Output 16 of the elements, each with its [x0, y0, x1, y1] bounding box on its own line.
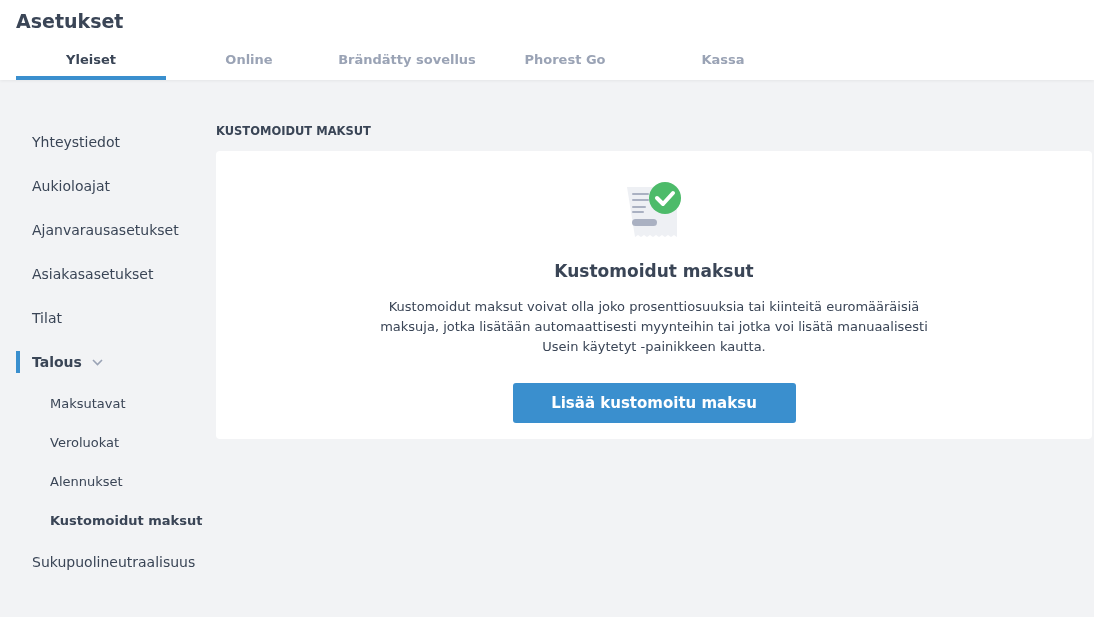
sidebar-item[interactable]: Ajanvarausasetukset: [16, 219, 216, 241]
card-title: Kustomoidut maksut: [554, 261, 754, 281]
sidebar-item[interactable]: Tilat: [16, 307, 216, 329]
sidebar-item[interactable]: Aukioloajat: [16, 175, 216, 197]
sidebar-subitem[interactable]: Kustomoidut maksut: [16, 501, 216, 540]
card-description: Kustomoidut maksut voivat olla joko prosenttiosuuksia tai kiinteitä euromääräisiä maksuja, jotka lisätään automaattisesti myynteihin tai jotka voi lisätä manuaalisesti Usein käytetyt -painikkeen kautta.: [379, 298, 929, 356]
sidebar-subitem[interactable]: Alennukset: [16, 462, 216, 501]
sidebar-subitem[interactable]: Maksutavat: [16, 384, 216, 423]
sidebar-item[interactable]: Sukupuolineutraalisuus: [16, 551, 216, 573]
sidebar-item[interactable]: Yhteystiedot: [16, 131, 216, 153]
sidebar-item[interactable]: Asiakasasetukset: [16, 263, 216, 285]
page-title: Asetukset: [16, 10, 125, 32]
sidebar-subitem[interactable]: Veroluokat: [16, 423, 216, 462]
tab[interactable]: Yleiset: [16, 52, 166, 80]
section-heading: KUSTOMOIDUT MAKSUT: [216, 124, 372, 138]
add-fee-button[interactable]: Lisää kustomoitu maksu: [512, 383, 796, 423]
